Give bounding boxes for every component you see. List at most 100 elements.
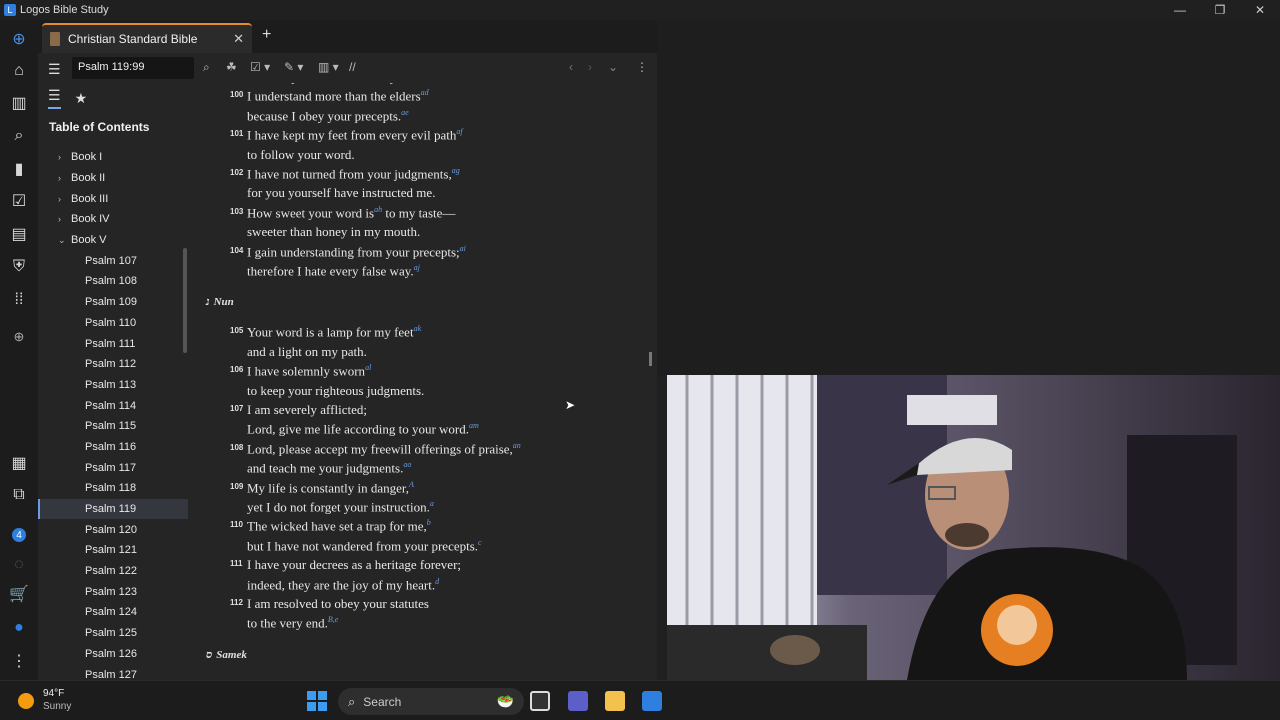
reference-input[interactable]: Psalm 119:99 (72, 57, 194, 79)
minimize-icon[interactable]: — (1160, 0, 1200, 20)
hamburger-menu-icon[interactable]: ☰ (48, 61, 61, 78)
forward-icon[interactable]: › (588, 60, 592, 74)
teams-icon[interactable] (568, 691, 588, 711)
tab-christian-standard-bible[interactable]: Christian Standard Bible ✕ (42, 23, 252, 53)
notification-badge-icon[interactable]: 4 (12, 528, 26, 542)
footnote-marker[interactable]: d (435, 577, 439, 586)
toc-tab-icon[interactable]: ☰ (48, 87, 61, 109)
chevron-down-icon[interactable]: ⌄ (608, 60, 618, 74)
verse-number[interactable]: 104 (230, 246, 243, 255)
sidebar-scrollbar[interactable] (183, 248, 187, 353)
footnote-marker[interactable]: c (478, 538, 482, 547)
toc-psalm-item[interactable]: Psalm 126 (38, 644, 188, 665)
add-icon[interactable]: ⊕ (8, 326, 30, 348)
people-icon[interactable]: ☘ (226, 60, 237, 74)
more-vertical-icon[interactable]: ⋮ (8, 650, 30, 672)
search-icon[interactable]: ⌕ (203, 60, 210, 75)
apps-grid-icon[interactable]: ⁞⁞ (8, 289, 30, 311)
search-icon[interactable]: ⌕ (8, 125, 30, 147)
footnote-marker[interactable]: ak (414, 324, 422, 333)
toc-psalm-item[interactable]: Psalm 116 (38, 437, 188, 458)
toc-psalm-item[interactable]: Psalm 123 (38, 581, 188, 602)
footnote-marker[interactable]: a (430, 499, 434, 508)
sun-weather-icon[interactable] (18, 693, 34, 709)
toc-book-item[interactable]: › Book IV (38, 209, 188, 230)
toc-psalm-item[interactable]: Psalm 118 (38, 478, 188, 499)
verse-number[interactable]: 105 (230, 326, 243, 335)
footnote-marker[interactable]: ao (403, 460, 411, 469)
toc-psalm-item[interactable]: Psalm 109 (38, 292, 188, 313)
link-set-icon[interactable]: // (349, 60, 356, 74)
close-tab-icon[interactable]: ✕ (233, 31, 244, 47)
verse-number[interactable]: 109 (230, 482, 243, 491)
library-icon[interactable]: ▥ (8, 92, 30, 114)
new-tab-icon[interactable]: + (262, 26, 271, 44)
taskbar-search[interactable]: ⌕ Search 🥗 (338, 688, 524, 715)
toc-psalm-item[interactable]: Psalm 121 (38, 540, 188, 561)
cart-icon[interactable]: 🛒 (8, 583, 30, 605)
parallel-resources-icon[interactable]: ▥ ▾ (318, 60, 339, 74)
search-home-icon[interactable]: ⊕ (8, 28, 30, 50)
close-window-icon[interactable]: ✕ (1240, 0, 1280, 20)
footnote-marker[interactable]: aj (414, 263, 420, 272)
footnote-marker[interactable]: an (513, 441, 521, 450)
footnote-marker[interactable]: ah (374, 205, 382, 214)
verse-number[interactable]: 111 (230, 559, 242, 568)
verse-number[interactable]: 100 (230, 90, 243, 99)
footnote-marker[interactable]: al (365, 363, 371, 372)
footnote-marker[interactable]: ae (401, 108, 409, 117)
toc-psalm-item[interactable]: Psalm 115 (38, 416, 188, 437)
home-icon[interactable]: ⌂ (8, 60, 30, 82)
toc-psalm-item[interactable]: Psalm 113 (38, 375, 188, 396)
verse-number[interactable]: 112 (230, 598, 243, 607)
toc-psalm-item[interactable]: Psalm 107 (38, 250, 188, 271)
toc-psalm-item[interactable]: Psalm 124 (38, 602, 188, 623)
footnote-marker[interactable]: ag (452, 166, 460, 175)
footnote-marker[interactable]: af (456, 127, 462, 136)
highlighting-icon[interactable]: ✎ ▾ (284, 60, 303, 74)
toc-psalm-item[interactable]: Psalm 119 (38, 498, 188, 520)
toc-psalm-item[interactable]: Psalm 111 (38, 333, 188, 354)
guides-icon[interactable]: ▮ (8, 158, 30, 180)
toc-psalm-item[interactable]: Psalm 120 (38, 519, 188, 540)
toc-book-item[interactable]: › Book II (38, 168, 188, 189)
footnote-marker[interactable]: ad (421, 88, 429, 97)
footnote-marker[interactable]: B,e (328, 615, 338, 624)
document-icon[interactable]: ▤ (8, 223, 30, 245)
toc-psalm-item[interactable]: Psalm 117 (38, 457, 188, 478)
toc-psalm-item[interactable]: Psalm 122 (38, 561, 188, 582)
footnote-marker[interactable]: b (427, 518, 431, 527)
windows-start-icon[interactable] (307, 691, 327, 711)
maximize-icon[interactable]: ❐ (1200, 0, 1240, 20)
footnote-marker[interactable]: A (409, 480, 414, 489)
back-icon[interactable]: ‹ (569, 60, 573, 74)
layout-icon[interactable]: ▦ (8, 452, 30, 474)
verse-number[interactable]: 107 (230, 404, 243, 413)
verse-number[interactable]: 106 (230, 365, 243, 374)
toc-psalm-item[interactable]: Psalm 112 (38, 354, 188, 375)
footnote-marker[interactable]: ai (460, 244, 466, 253)
checklist-icon[interactable]: ☑ (8, 190, 30, 212)
toc-psalm-item[interactable]: Psalm 110 (38, 313, 188, 334)
sync-icon[interactable]: ◌ (8, 554, 30, 576)
content-scrollbar[interactable] (649, 352, 652, 366)
verse-number[interactable]: 101 (230, 129, 243, 138)
toc-psalm-item[interactable]: Psalm 114 (38, 395, 188, 416)
toc-psalm-item[interactable]: Psalm 108 (38, 271, 188, 292)
footnote-marker[interactable]: am (469, 421, 479, 430)
verse-number[interactable]: 103 (230, 207, 243, 216)
verse-number[interactable]: 110 (230, 520, 243, 529)
toc-book-item[interactable]: › Book III (38, 188, 188, 209)
store-icon[interactable] (642, 691, 662, 711)
account-icon[interactable]: ● (8, 617, 30, 639)
favorites-star-icon[interactable]: ★ (75, 90, 88, 107)
verse-number[interactable]: 108 (230, 443, 243, 452)
task-view-icon[interactable] (530, 691, 550, 711)
toc-book-item[interactable]: ⌄ Book V (38, 230, 188, 251)
toc-psalm-item[interactable]: Psalm 125 (38, 623, 188, 644)
visual-filter-icon[interactable]: ☑ ▾ (250, 60, 270, 74)
panels-icon[interactable]: ⧉ (8, 484, 30, 506)
toc-book-item[interactable]: › Book I (38, 147, 188, 168)
verse-number[interactable]: 102 (230, 168, 243, 177)
panel-menu-icon[interactable]: ⋮ (636, 60, 648, 74)
